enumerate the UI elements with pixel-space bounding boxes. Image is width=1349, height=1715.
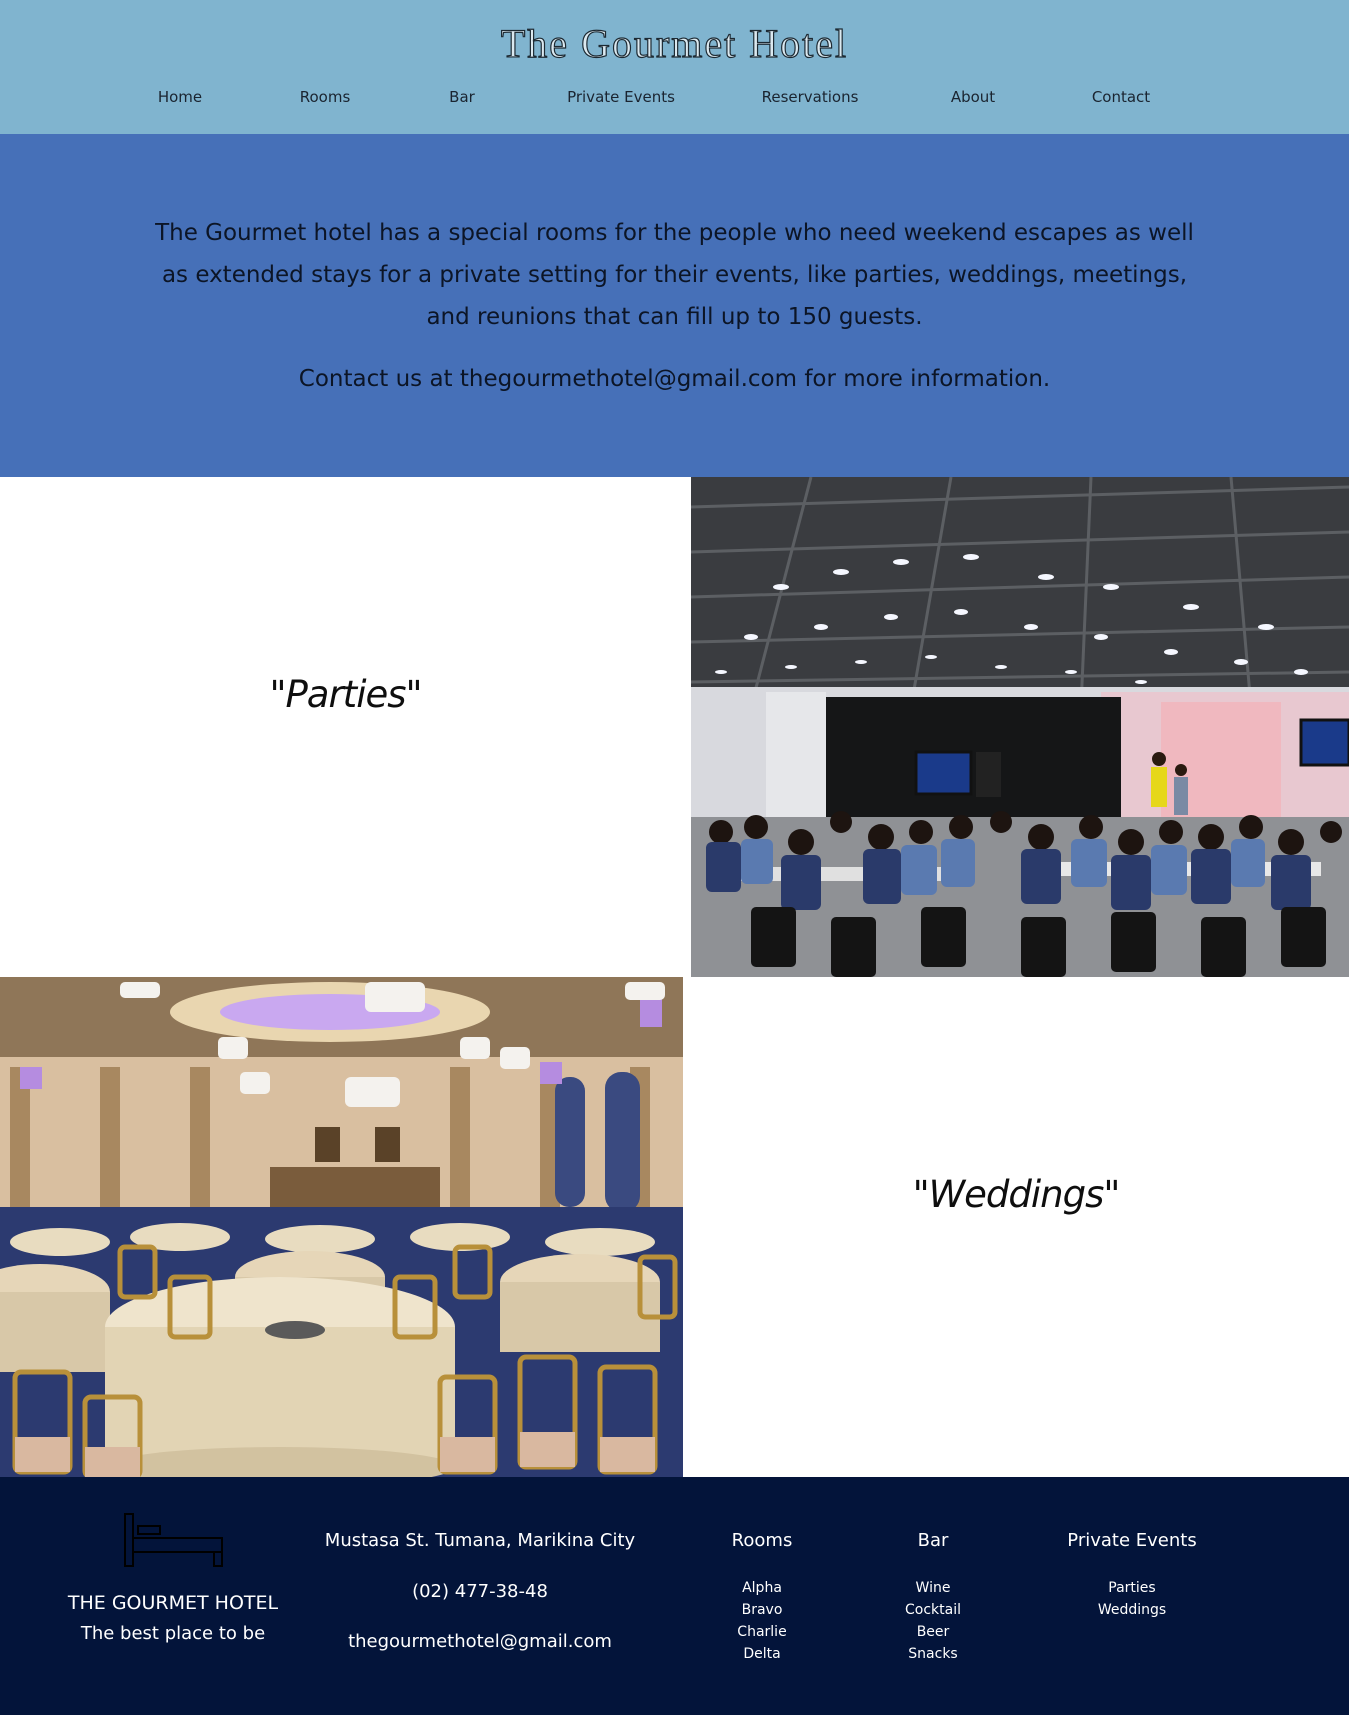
parties-label: "Parties" <box>269 673 422 716</box>
footer-link-beer[interactable]: Beer <box>905 1621 961 1643</box>
footer-tagline: The best place to be <box>80 1623 266 1644</box>
nav-about[interactable]: About <box>951 88 995 106</box>
footer-heading-private-events[interactable]: Private Events <box>1067 1530 1196 1551</box>
footer-link-parties[interactable]: Parties <box>1098 1577 1166 1599</box>
footer-link-cocktail[interactable]: Cocktail <box>905 1599 961 1621</box>
footer-link-charlie[interactable]: Charlie <box>737 1621 786 1643</box>
footer-address: Mustasa St. Tumana, Marikina City <box>324 1530 636 1551</box>
footer-phone[interactable]: (02) 477-38-48 <box>412 1581 548 1602</box>
site-title[interactable]: The Gourmet Hotel <box>0 20 1349 67</box>
main-nav: Home Rooms Bar Private Events Reservatio… <box>0 88 1349 110</box>
footer-link-delta[interactable]: Delta <box>737 1643 786 1665</box>
nav-contact[interactable]: Contact <box>1092 88 1150 106</box>
intro-paragraph: The Gourmet hotel has a special rooms fo… <box>155 220 1194 330</box>
footer-link-weddings[interactable]: Weddings <box>1098 1599 1166 1621</box>
footer-link-snacks[interactable]: Snacks <box>905 1643 961 1665</box>
footer-link-bravo[interactable]: Bravo <box>737 1599 786 1621</box>
footer-email[interactable]: thegourmethotel@gmail.com <box>348 1631 612 1652</box>
footer-list-bar: Wine Cocktail Beer Snacks <box>905 1577 961 1665</box>
weddings-photo <box>0 977 683 1477</box>
parties-panel: "Parties" <box>0 477 691 977</box>
site-footer: THE GOURMET HOTEL The best place to be M… <box>0 1477 1349 1715</box>
intro-contact: Contact us at thegourmethotel@gmail.com … <box>298 366 1051 392</box>
nav-reservations[interactable]: Reservations <box>762 88 859 106</box>
weddings-label: "Weddings" <box>912 1173 1121 1216</box>
nav-bar[interactable]: Bar <box>449 88 475 106</box>
footer-heading-rooms[interactable]: Rooms <box>732 1530 793 1551</box>
intro-section: The Gourmet hotel has a special rooms fo… <box>0 134 1349 477</box>
parties-photo <box>691 477 1349 977</box>
nav-rooms[interactable]: Rooms <box>300 88 351 106</box>
footer-link-alpha[interactable]: Alpha <box>737 1577 786 1599</box>
site-header: The Gourmet Hotel Home Rooms Bar Private… <box>0 0 1349 134</box>
footer-list-rooms: Alpha Bravo Charlie Delta <box>737 1577 786 1665</box>
footer-brand: THE GOURMET HOTEL <box>67 1592 279 1614</box>
bed-icon <box>124 1513 223 1567</box>
nav-private-events[interactable]: Private Events <box>567 88 675 106</box>
footer-heading-bar[interactable]: Bar <box>918 1530 949 1551</box>
footer-link-wine[interactable]: Wine <box>905 1577 961 1599</box>
weddings-panel: "Weddings" <box>683 977 1349 1477</box>
footer-list-private-events: Parties Weddings <box>1098 1577 1166 1621</box>
nav-home[interactable]: Home <box>158 88 202 106</box>
